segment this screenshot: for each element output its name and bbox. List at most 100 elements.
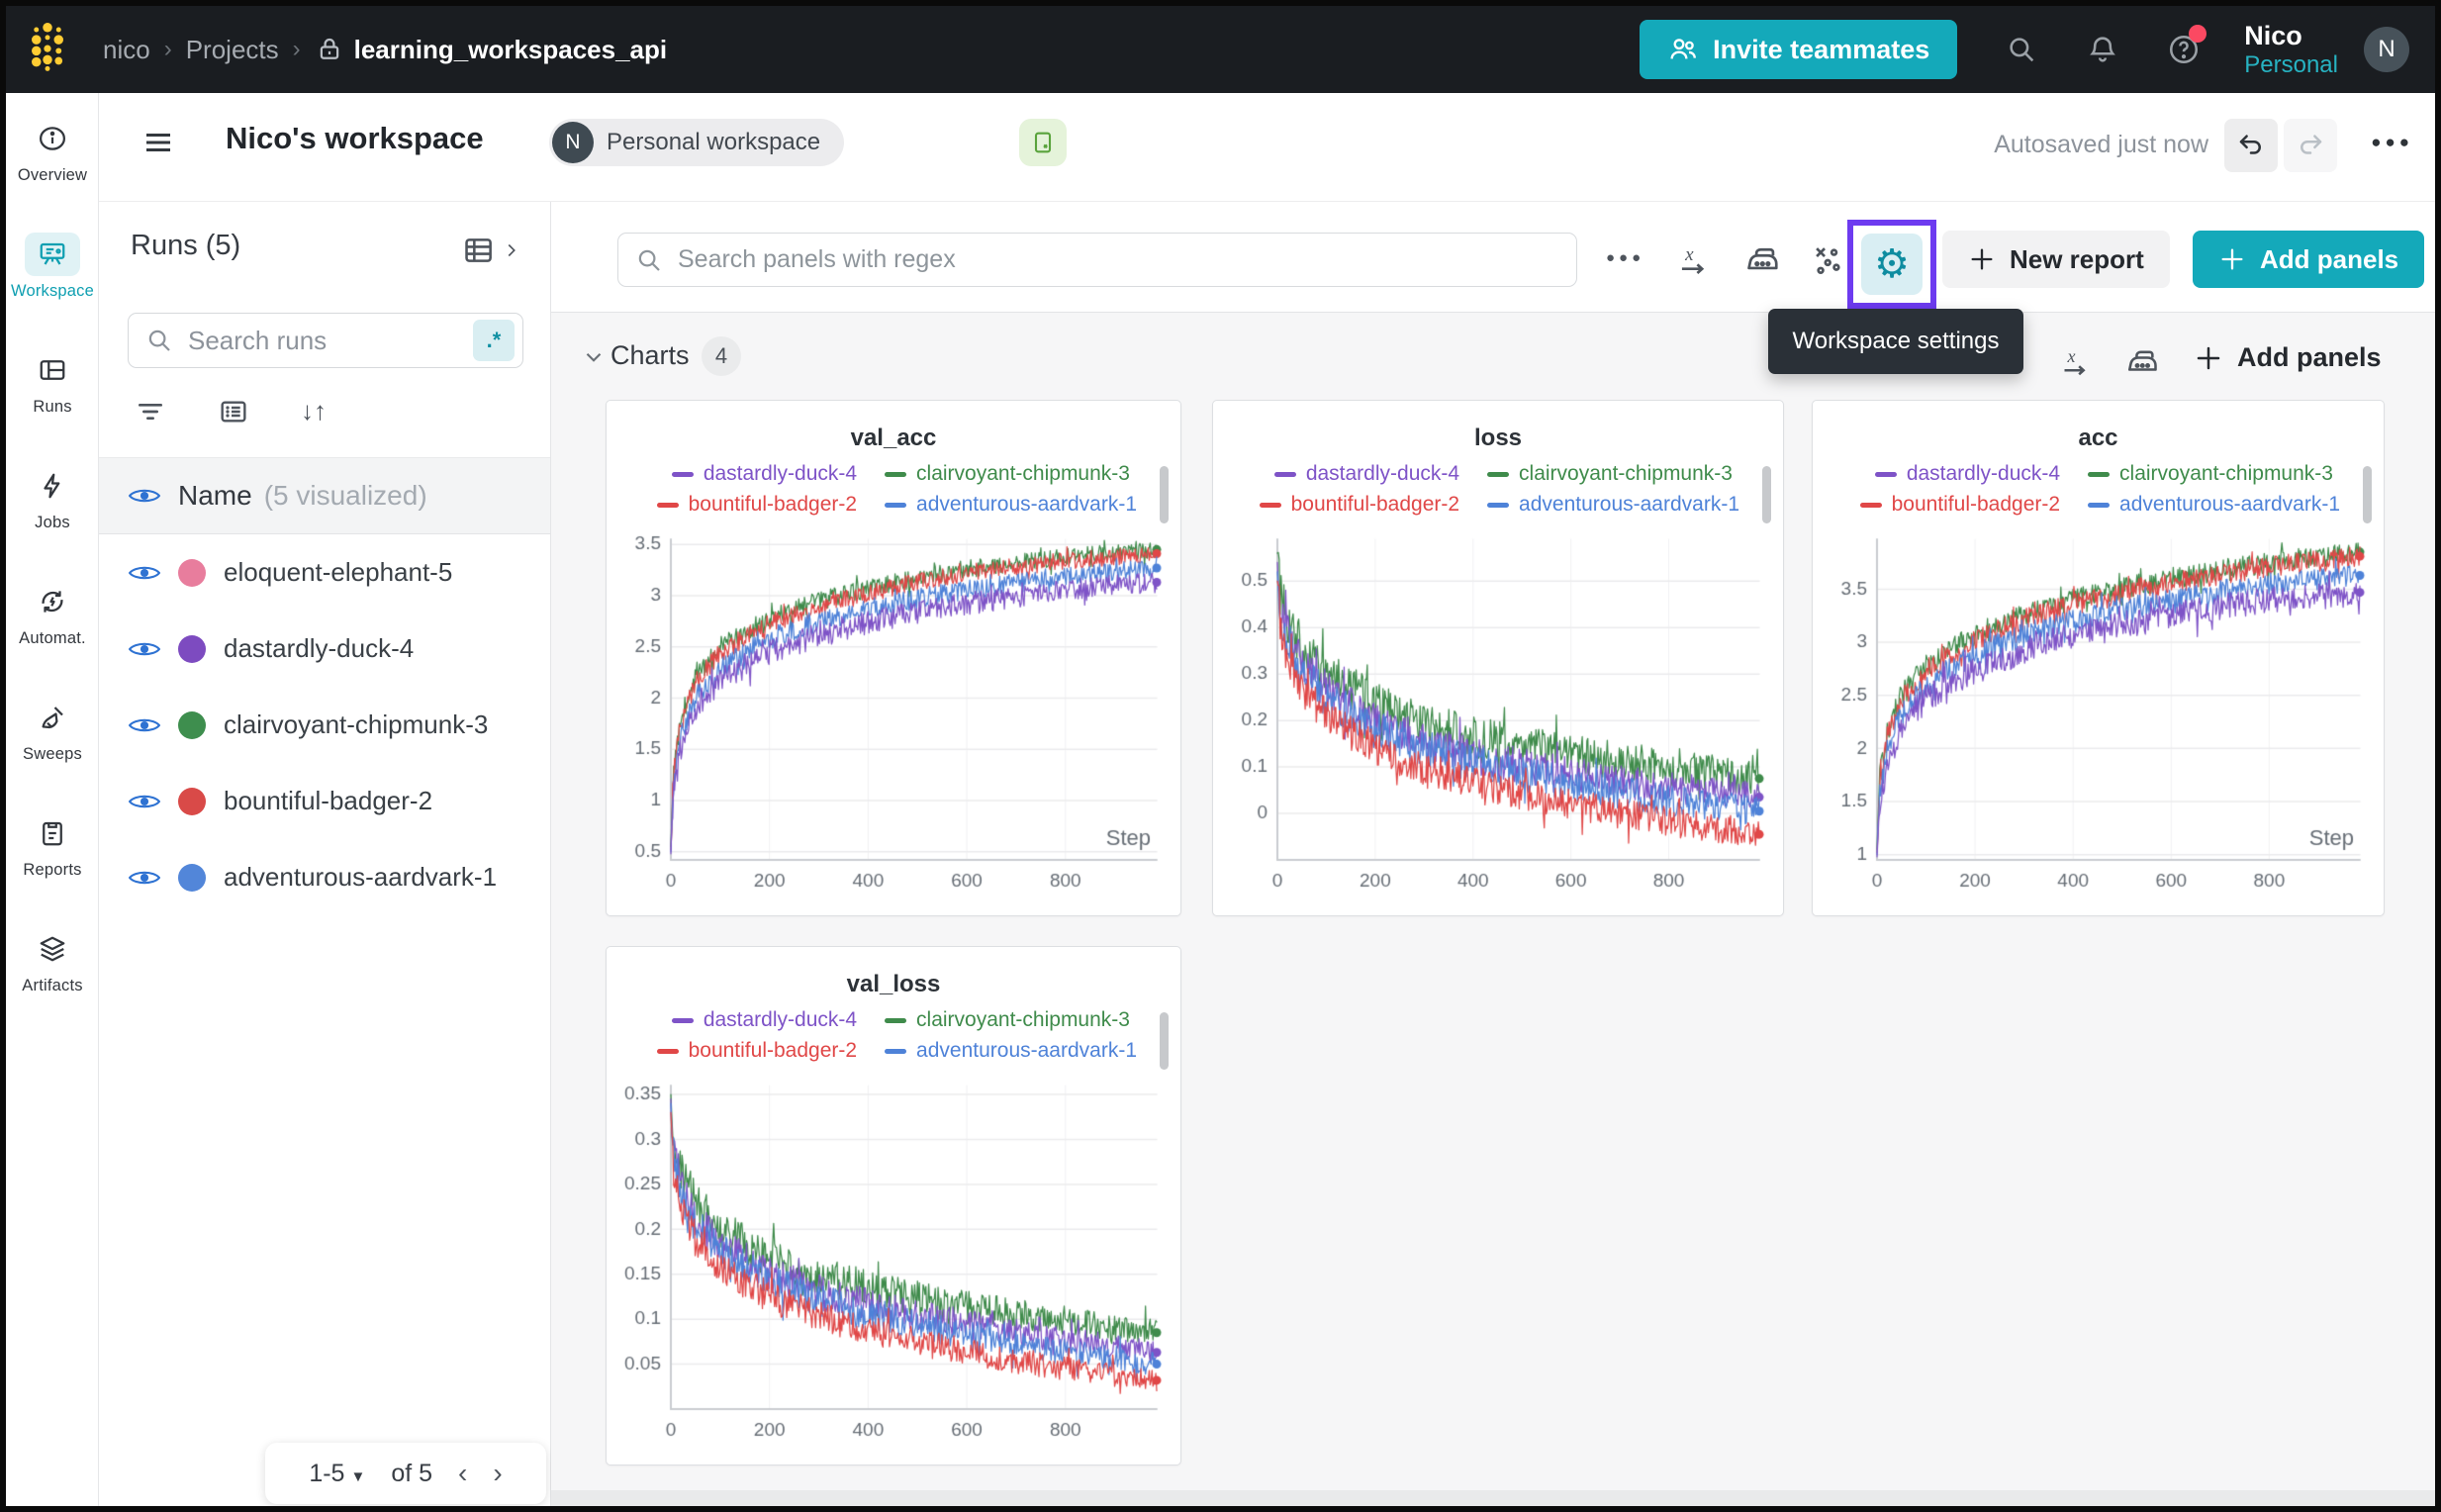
run-row[interactable]: bountiful-badger-2 <box>99 763 550 839</box>
legend-item[interactable]: adventurous-aardvark-1 <box>885 493 1137 517</box>
menu-hamburger-icon[interactable] <box>141 125 176 165</box>
legend-item[interactable]: dastardly-duck-4 <box>1875 462 2060 486</box>
run-row[interactable]: eloquent-elephant-5 <box>99 534 550 611</box>
user-block[interactable]: Nico Personal <box>2244 21 2338 79</box>
visibility-eye-icon[interactable] <box>129 868 160 888</box>
legend-label: clairvoyant-chipmunk-3 <box>2119 462 2333 486</box>
run-color-dot[interactable] <box>178 635 206 663</box>
runs-column-name[interactable]: Name <box>178 480 252 512</box>
sidebar-item-reports[interactable]: Reports <box>6 788 99 903</box>
run-name[interactable]: bountiful-badger-2 <box>224 786 432 816</box>
filter-icon[interactable] <box>135 396 166 432</box>
x-axis-settings-icon[interactable]: x <box>1674 241 1712 284</box>
wandb-logo-icon[interactable] <box>30 21 65 79</box>
breadcrumb-projects[interactable]: Projects <box>186 35 279 65</box>
run-color-dot[interactable] <box>178 559 206 587</box>
smoothing-iron-icon[interactable] <box>2124 344 2160 385</box>
chart-panel-val-loss[interactable]: val_loss dastardly-duck-4clairvoyant-chi… <box>606 946 1181 1465</box>
group-list-icon[interactable] <box>218 396 249 432</box>
sidebar-item-sweeps[interactable]: Sweeps <box>6 672 99 788</box>
legend-item[interactable]: dastardly-duck-4 <box>1274 462 1459 486</box>
legend-item[interactable]: adventurous-aardvark-1 <box>1487 493 1739 517</box>
runs-table-icon <box>25 348 80 392</box>
run-name[interactable]: dastardly-duck-4 <box>224 633 414 664</box>
breadcrumb-project[interactable]: learning_workspaces_api <box>315 35 667 65</box>
smoothing-iron-icon[interactable] <box>1743 241 1781 284</box>
run-row[interactable]: dastardly-duck-4 <box>99 611 550 687</box>
x-axis-settings-icon[interactable]: x <box>2057 344 2093 385</box>
legend-scrollbar[interactable] <box>1160 1012 1169 1070</box>
run-color-dot[interactable] <box>178 864 206 892</box>
pagination-prev-button[interactable]: ‹ <box>458 1458 467 1489</box>
sidebar-item-workspace[interactable]: Workspace <box>6 209 99 325</box>
legend-scrollbar[interactable] <box>2363 466 2372 523</box>
visibility-eye-icon[interactable] <box>129 792 160 811</box>
new-report-button[interactable]: New report <box>1942 231 2170 288</box>
run-color-dot[interactable] <box>178 788 206 815</box>
legend-item[interactable]: adventurous-aardvark-1 <box>2088 493 2340 517</box>
legend-item[interactable]: clairvoyant-chipmunk-3 <box>885 462 1130 486</box>
sidebar-item-overview[interactable]: Overview <box>6 93 99 209</box>
add-panels-button[interactable]: Add panels <box>2193 231 2424 288</box>
legend-item[interactable]: clairvoyant-chipmunk-3 <box>2088 462 2333 486</box>
legend-item[interactable]: bountiful-badger-2 <box>1260 493 1459 517</box>
run-name[interactable]: clairvoyant-chipmunk-3 <box>224 709 488 740</box>
run-color-dot[interactable] <box>178 711 206 739</box>
run-name[interactable]: adventurous-aardvark-1 <box>224 862 497 893</box>
redo-button[interactable] <box>2284 119 2337 172</box>
run-name[interactable]: eloquent-elephant-5 <box>224 557 452 588</box>
expand-runs-table-button[interactable] <box>461 234 522 267</box>
pagination-next-button[interactable]: › <box>493 1458 502 1489</box>
legend-item[interactable]: clairvoyant-chipmunk-3 <box>1487 462 1733 486</box>
regex-toggle[interactable]: .* <box>473 320 515 361</box>
pagination-range-dropdown[interactable]: 1-5▼ <box>309 1460 365 1488</box>
legend-label: bountiful-badger-2 <box>1291 493 1459 517</box>
legend-dash-icon <box>2088 472 2110 477</box>
legend-item[interactable]: clairvoyant-chipmunk-3 <box>885 1008 1130 1032</box>
sidebar-item-artifacts[interactable]: Artifacts <box>6 903 99 1019</box>
help-icon[interactable] <box>2167 33 2201 66</box>
legend-item[interactable]: dastardly-duck-4 <box>672 462 857 486</box>
notifications-bell-icon[interactable] <box>2086 33 2119 66</box>
workspace-notes-icon[interactable] <box>1019 119 1067 166</box>
visibility-eye-icon[interactable] <box>129 715 160 735</box>
undo-button[interactable] <box>2224 119 2278 172</box>
chart-legend: dastardly-duck-4 clairvoyant-chipmunk-3 bo… <box>1243 462 1739 517</box>
legend-item[interactable]: bountiful-badger-2 <box>1860 493 2060 517</box>
search-icon[interactable] <box>2005 33 2038 66</box>
runs-search-input[interactable] <box>186 325 473 357</box>
workspace-scope-badge[interactable]: N Personal workspace <box>549 119 844 166</box>
charts-section-title[interactable]: Charts <box>610 340 690 371</box>
breadcrumb-entity[interactable]: nico <box>103 35 150 65</box>
visibility-eye-icon[interactable] <box>129 639 160 659</box>
chart-panel-acc[interactable]: acc dastardly-duck-4clairvoyant-chipmunk… <box>1812 400 2385 916</box>
charts-add-panels-button[interactable]: Add panels <box>2194 342 2382 373</box>
run-row[interactable]: adventurous-aardvark-1 <box>99 839 550 915</box>
legend-scrollbar[interactable] <box>1160 466 1169 523</box>
chart-panel-loss[interactable]: loss dastardly-duck-4clairvoyant-chipmun… <box>1212 400 1784 916</box>
legend-item[interactable]: adventurous-aardvark-1 <box>885 1039 1137 1063</box>
visibility-eye-icon[interactable] <box>129 563 160 583</box>
chevron-down-icon[interactable] <box>581 344 607 375</box>
legend-item[interactable]: dastardly-duck-4 <box>672 1008 857 1032</box>
avatar[interactable]: N <box>2364 27 2409 72</box>
panels-search-input[interactable] <box>676 244 1560 275</box>
sidebar-item-runs[interactable]: Runs <box>6 325 99 440</box>
legend-item[interactable]: bountiful-badger-2 <box>657 1039 857 1063</box>
panels-overflow-menu-icon[interactable]: ●●● <box>1606 249 1644 266</box>
sidebar-item-automations[interactable]: Automat. <box>6 556 99 672</box>
legend-scrollbar[interactable] <box>1762 466 1771 523</box>
run-row[interactable]: clairvoyant-chipmunk-3 <box>99 687 550 763</box>
invite-teammates-button[interactable]: Invite teammates <box>1640 20 1957 79</box>
workspace-overflow-menu-icon[interactable]: ●●● <box>2371 133 2413 152</box>
charts-section-header: Charts 4 x Add panels Workspace s <box>551 313 2435 392</box>
chart-panel-val-acc[interactable]: val_acc dastardly-duck-4clairvoyant-chip… <box>606 400 1181 916</box>
workspace-settings-gear-icon[interactable]: ⚙ <box>1861 234 1923 295</box>
outliers-scatter-icon[interactable] <box>1810 241 1847 284</box>
visibility-eye-icon[interactable] <box>129 486 160 506</box>
sort-icon[interactable]: ↓↑ <box>301 396 327 432</box>
legend-item[interactable]: bountiful-badger-2 <box>657 493 857 517</box>
bottom-scroll-strip[interactable] <box>551 1490 2435 1506</box>
sidebar-item-jobs[interactable]: Jobs <box>6 440 99 556</box>
legend-dash-icon <box>1860 503 1882 508</box>
